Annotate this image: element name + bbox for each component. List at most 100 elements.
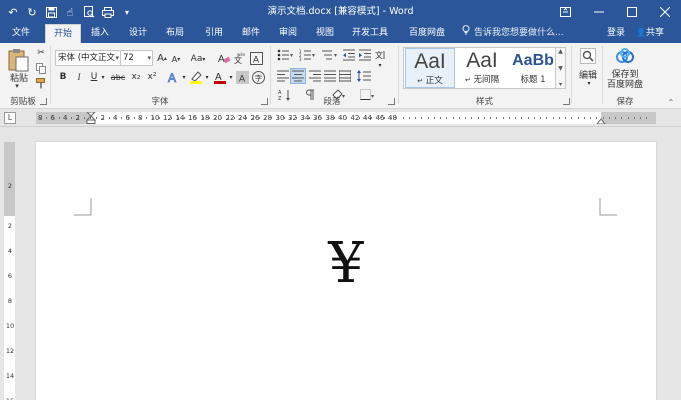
decrease-indent-icon[interactable] xyxy=(342,48,356,62)
justify-icon[interactable] xyxy=(323,69,337,83)
share-button[interactable]: 👤共享 xyxy=(636,24,664,43)
ruler-tick xyxy=(146,117,148,119)
tab-home[interactable]: 开始 xyxy=(45,24,81,43)
tab-review[interactable]: 审阅 xyxy=(273,24,303,43)
italic-button[interactable]: I xyxy=(73,70,85,84)
line-spacing-icon[interactable] xyxy=(356,69,374,83)
collapse-ribbon-icon[interactable]: ⌃ xyxy=(665,97,677,107)
styles-launcher-icon[interactable] xyxy=(563,98,570,105)
vertical-ruler[interactable]: 2246810121416 xyxy=(4,142,15,400)
customize-qat-icon[interactable]: ▾ xyxy=(120,5,134,19)
tab-layout[interactable]: 布局 xyxy=(160,24,190,43)
style-heading-1[interactable]: AaBb 标题 1 xyxy=(508,48,558,88)
font-size-combo[interactable]: 72 ▾ xyxy=(120,50,153,66)
right-indent-marker[interactable] xyxy=(596,116,606,124)
clear-formatting-icon[interactable]: A xyxy=(217,51,231,65)
sign-in-link[interactable]: 登录 xyxy=(607,24,625,43)
font-launcher-icon[interactable] xyxy=(261,98,268,105)
cut-icon[interactable]: ✂ xyxy=(35,47,47,59)
align-right-icon[interactable] xyxy=(308,69,322,83)
vruler-number: 4 xyxy=(7,247,13,255)
tab-design[interactable]: 设计 xyxy=(123,24,153,43)
more-styles-icon[interactable]: ▾ xyxy=(559,81,562,88)
ruler-tick xyxy=(615,117,616,119)
baidu-netdisk-icon[interactable] xyxy=(614,47,636,65)
text-effects-icon[interactable]: A xyxy=(166,70,180,84)
paragraph-launcher-icon[interactable] xyxy=(388,98,395,105)
ruler-tick xyxy=(271,117,273,119)
undo-icon[interactable]: ↶ xyxy=(6,5,20,19)
chevron-down-icon[interactable]: ▼ xyxy=(558,65,563,72)
tab-references[interactable]: 引用 xyxy=(199,24,229,43)
tab-file[interactable]: 文件 xyxy=(6,24,36,43)
print-preview-icon[interactable] xyxy=(82,5,96,19)
grow-font-button[interactable]: A ▴ xyxy=(156,51,168,65)
tab-insert[interactable]: 插入 xyxy=(85,24,115,43)
font-color-dropdown-icon[interactable]: ▾ xyxy=(227,71,235,83)
svg-text:A: A xyxy=(253,54,259,64)
strikethrough-button[interactable]: abc xyxy=(109,70,127,84)
shrink-font-button[interactable]: A ▾ xyxy=(170,52,182,66)
minimize-icon[interactable] xyxy=(582,0,615,24)
save-to-netdisk-line2[interactable]: 百度网盘 xyxy=(605,78,645,90)
svg-text:A: A xyxy=(218,54,225,64)
tab-selector[interactable]: L xyxy=(4,112,16,124)
highlight-color-icon[interactable] xyxy=(188,70,204,84)
underline-dropdown-icon[interactable]: ▾ xyxy=(99,71,107,83)
quick-access-toolbar: ↶ ↻ ☝ ▾ xyxy=(6,0,134,24)
chinese-layout-icon[interactable]: 文 xyxy=(374,48,388,62)
bold-button[interactable]: B xyxy=(57,70,69,84)
editing-dropdown-icon[interactable]: ▾ xyxy=(584,79,594,87)
ruler-tick xyxy=(296,117,298,119)
ruler-tick xyxy=(390,117,391,119)
ruler-tick xyxy=(315,117,316,119)
find-icon[interactable] xyxy=(579,47,597,65)
chevron-up-icon[interactable]: ▲ xyxy=(558,48,563,55)
numbering-icon[interactable]: 1 2 3 ▾ xyxy=(298,48,318,62)
font-color-icon[interactable]: A xyxy=(212,70,228,84)
restore-icon[interactable] xyxy=(615,0,648,24)
style-normal[interactable]: AaI ↵ 正文 xyxy=(405,48,455,88)
character-border-icon[interactable]: A xyxy=(249,51,263,65)
chinese-layout-dropdown-icon[interactable]: ▾ xyxy=(376,61,384,69)
ruler-tick xyxy=(590,117,591,119)
horizontal-ruler[interactable]: 8642246810121416182022242628303234363840… xyxy=(36,112,656,124)
enclose-characters-icon[interactable]: 字 xyxy=(251,70,265,84)
superscript-button[interactable]: x² xyxy=(145,70,159,84)
redo-icon[interactable]: ↻ xyxy=(25,5,39,19)
touch-mode-icon[interactable]: ☝ xyxy=(63,5,77,19)
tab-mailings[interactable]: 邮件 xyxy=(236,24,266,43)
align-center-button[interactable] xyxy=(290,68,306,84)
font-name-combo[interactable]: 宋体 (中文正文 ▾ xyxy=(55,50,121,66)
document-page[interactable]: ¥ xyxy=(36,142,656,400)
lightbulb-icon xyxy=(462,24,472,42)
tell-me-search[interactable]: 告诉我您想要做什么... xyxy=(462,24,564,43)
copy-icon[interactable] xyxy=(35,62,47,74)
align-left-icon[interactable] xyxy=(276,69,290,83)
close-icon[interactable] xyxy=(648,0,681,24)
change-case-button[interactable]: Aa ▾ xyxy=(189,52,207,66)
tab-developer[interactable]: 开发工具 xyxy=(348,24,392,43)
tab-baidu-netdisk[interactable]: 百度网盘 xyxy=(403,24,451,43)
vertical-scrollbar[interactable] xyxy=(668,127,681,400)
subscript-button[interactable]: x₂ xyxy=(129,70,143,84)
distributed-icon[interactable] xyxy=(338,69,352,83)
style-no-spacing[interactable]: AaI ↵ 无间隔 xyxy=(457,48,507,88)
paste-dropdown-icon[interactable]: ▾ xyxy=(10,82,24,90)
format-painter-icon[interactable] xyxy=(35,77,47,89)
increase-indent-icon[interactable] xyxy=(358,48,372,62)
phonetic-guide-icon[interactable]: 文 wén xyxy=(233,51,246,65)
clipboard-launcher-icon[interactable] xyxy=(40,98,47,105)
ribbon-display-icon[interactable] xyxy=(549,0,582,24)
bullets-icon[interactable]: ▾ xyxy=(276,48,296,62)
text-effects-dropdown-icon[interactable]: ▾ xyxy=(180,71,188,83)
ruler-tick xyxy=(177,117,179,119)
left-indent-marker[interactable] xyxy=(86,112,96,124)
document-text[interactable]: ¥ xyxy=(326,234,366,294)
save-icon[interactable] xyxy=(44,5,58,19)
quick-print-icon[interactable] xyxy=(101,5,115,19)
tab-view[interactable]: 视图 xyxy=(310,24,340,43)
multilevel-list-icon[interactable]: ▾ xyxy=(320,48,340,62)
character-shading-icon[interactable]: A xyxy=(235,70,249,84)
highlight-dropdown-icon[interactable]: ▾ xyxy=(203,71,211,83)
